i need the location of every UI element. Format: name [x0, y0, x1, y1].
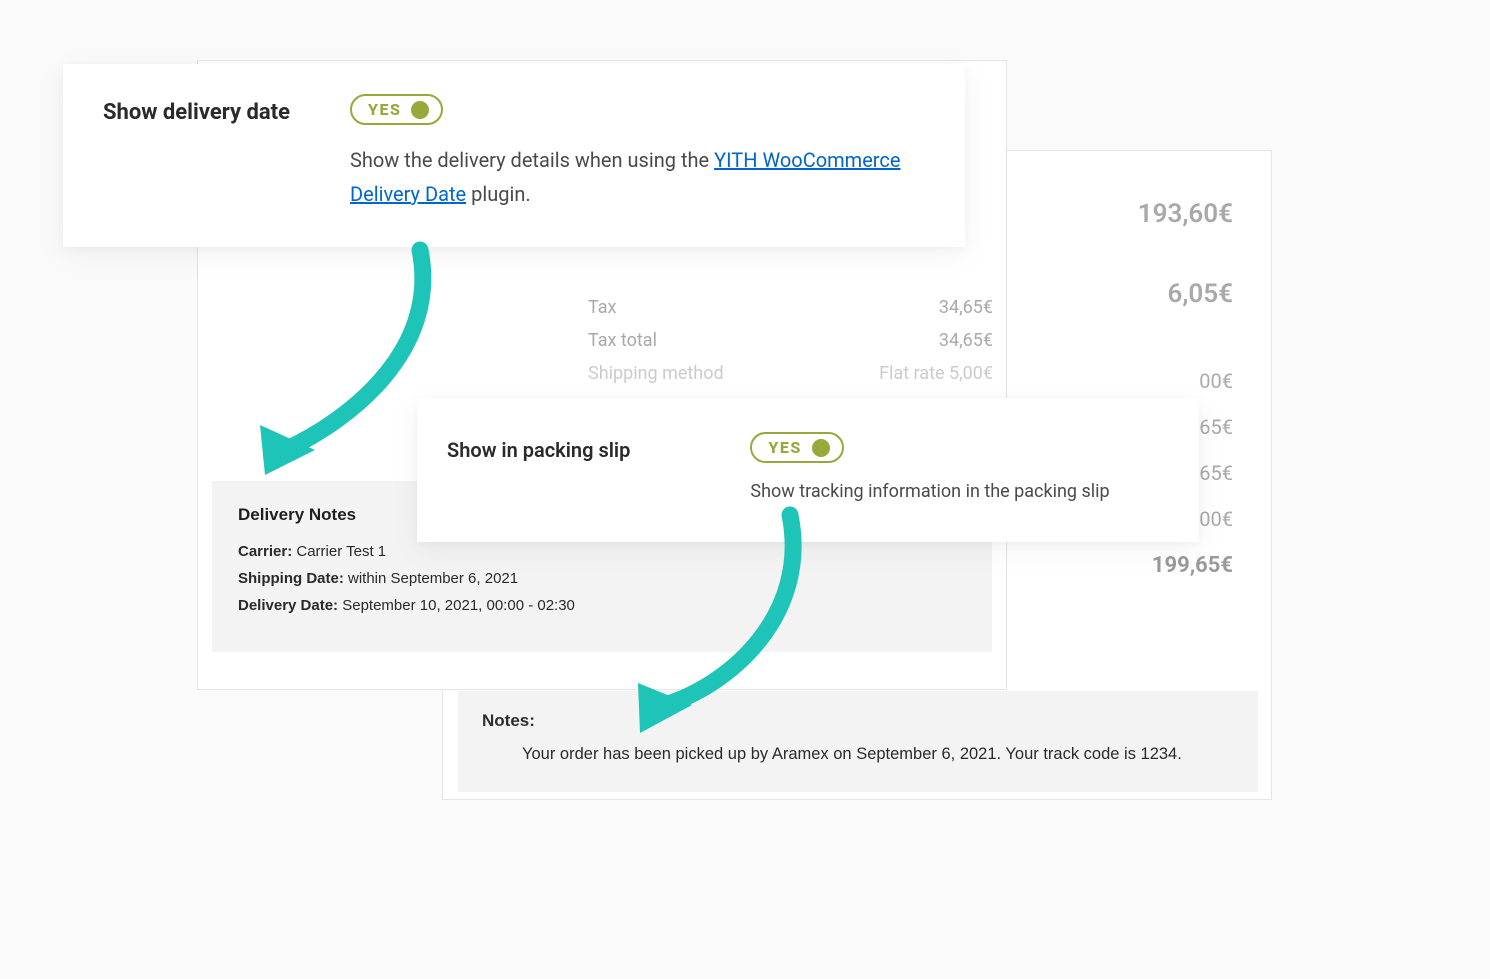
tax-row: Tax 34,65€ [588, 291, 993, 324]
notes-title: Notes: [482, 711, 1234, 731]
setting-label: Show delivery date [103, 94, 290, 211]
shipping-date-line: Shipping Date: within September 6, 2021 [238, 570, 966, 587]
setting-description: Show tracking information in the packing… [750, 477, 1169, 508]
setting-description: Show the delivery details when using the… [350, 143, 925, 211]
shipping-row: Shipping method Flat rate 5,00€ [588, 357, 993, 390]
carrier-line: Carrier: Carrier Test 1 [238, 543, 966, 560]
setting-label: Show in packing slip [447, 432, 630, 508]
tax-total-row: Tax total 34,65€ [588, 324, 993, 357]
toggle-dot-icon [411, 101, 429, 119]
notes-box: Notes: Your order has been picked up by … [458, 691, 1258, 792]
toggle-dot-icon [812, 439, 830, 457]
toggle-text: YES [368, 100, 401, 119]
delivery-date-line: Delivery Date: September 10, 2021, 00:00… [238, 597, 966, 614]
setting-show-delivery-date: Show delivery date YES Show the delivery… [63, 64, 965, 247]
toggle-text: YES [768, 438, 801, 457]
notes-body: Your order has been picked up by Aramex … [482, 745, 1234, 764]
toggle-show-delivery-date[interactable]: YES [350, 94, 443, 125]
toggle-show-in-packing-slip[interactable]: YES [750, 432, 843, 463]
setting-show-in-packing-slip: Show in packing slip YES Show tracking i… [417, 398, 1199, 542]
